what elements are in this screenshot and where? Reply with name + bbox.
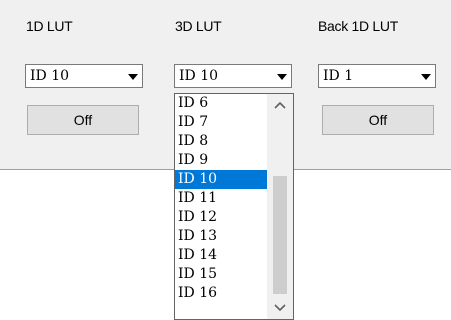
combo-1d-lut[interactable]: ID 10 [25,64,143,88]
dropdown-item-selected[interactable]: ID 10 [175,170,267,189]
chevron-down-icon [274,304,286,312]
dropdown-items: ID 6 ID 7 ID 8 ID 9 ID 10 ID 11 ID 12 ID… [175,94,267,303]
dropdown-item[interactable]: ID 15 [175,265,267,284]
dropdown-item[interactable]: ID 13 [175,227,267,246]
label-3d-lut: 3D LUT [175,18,222,34]
dropdown-arrow-icon[interactable] [128,74,138,80]
dropdown-item[interactable]: ID 7 [175,113,267,132]
dropdown-list-3d-lut[interactable]: ID 6 ID 7 ID 8 ID 9 ID 10 ID 11 ID 12 ID… [174,93,294,320]
scrollbar-thumb[interactable] [273,176,287,294]
label-back-1d-lut: Back 1D LUT [318,18,398,34]
dropdown-arrow-icon[interactable] [277,74,287,80]
dropdown-item[interactable]: ID 9 [175,151,267,170]
combo-3d-lut-value: ID 10 [179,68,219,84]
dropdown-arrow-icon[interactable] [421,74,431,80]
combo-back-1d-lut[interactable]: ID 1 [318,64,436,88]
combo-3d-lut[interactable]: ID 10 [174,64,292,88]
dropdown-item[interactable]: ID 14 [175,246,267,265]
dropdown-item[interactable]: ID 16 [175,284,267,303]
scroll-down-button[interactable] [267,297,293,319]
scroll-up-button[interactable] [267,94,293,116]
dropdown-item[interactable]: ID 11 [175,189,267,208]
dropdown-item[interactable]: ID 8 [175,132,267,151]
lut-settings-window: 1D LUT 3D LUT Back 1D LUT ID 10 ID 10 ID… [0,0,451,320]
dropdown-scrollbar[interactable] [267,94,293,319]
off-button-1d-lut[interactable]: Off [27,105,139,135]
dropdown-item[interactable]: ID 6 [175,94,267,113]
label-1d-lut: 1D LUT [26,18,73,34]
combo-back-1d-lut-value: ID 1 [323,68,354,84]
off-button-back-1d-lut[interactable]: Off [322,105,434,135]
combo-1d-lut-value: ID 10 [30,68,70,84]
dropdown-item[interactable]: ID 12 [175,208,267,227]
chevron-up-icon [274,101,286,109]
